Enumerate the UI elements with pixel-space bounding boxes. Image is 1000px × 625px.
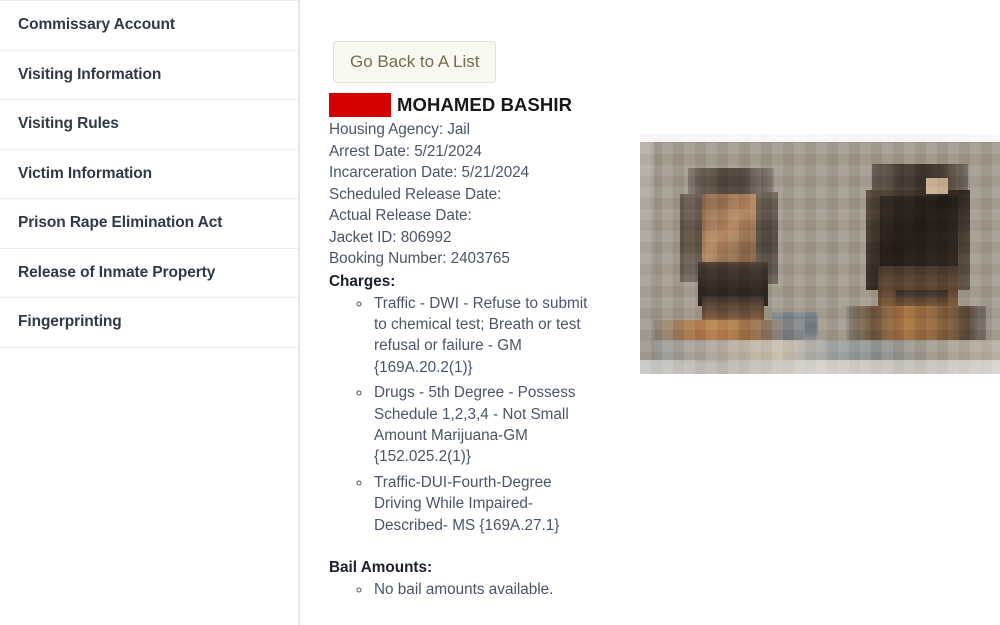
redaction-block <box>329 92 391 117</box>
sidebar-nav-list: Commissary Account Visiting Information … <box>0 0 298 348</box>
charge-item: Traffic-DUI-Fourth-Degree Driving While … <box>372 472 601 536</box>
sidebar-item-label: Release of Inmate Property <box>18 263 216 281</box>
detail-jacket-id: Jacket ID: 806992 <box>329 228 452 246</box>
go-back-to-list-button[interactable]: Go Back to A List <box>333 41 497 83</box>
sidebar-item-fingerprinting[interactable]: Fingerprinting <box>0 298 298 348</box>
inmate-name-row: MOHAMED BASHIR <box>329 92 601 117</box>
sidebar-item-victim-information[interactable]: Victim Information <box>0 149 298 199</box>
charges-list: Traffic - DWI - Refuse to submit to chem… <box>329 293 601 536</box>
mugshot-image <box>640 134 1000 374</box>
detail-incarceration-date: Incarceration Date: 5/21/2024 <box>329 164 530 181</box>
sidebar-item-prison-rape-elimination-act[interactable]: Prison Rape Elimination Act <box>0 199 298 249</box>
sidebar-item-visiting-rules[interactable]: Visiting Rules <box>0 100 298 150</box>
sidebar-item-label: Commissary Account <box>18 16 175 34</box>
sidebar-item-release-of-inmate-property[interactable]: Release of Inmate Property <box>0 248 298 298</box>
bail-amounts-heading: Bail Amounts: <box>329 558 433 576</box>
bail-amounts-list: No bail amounts available. <box>329 579 601 600</box>
sidebar-item-label: Fingerprinting <box>18 313 122 331</box>
page-root: Commissary Account Visiting Information … <box>0 0 1000 625</box>
sidebar-item-commissary-account[interactable]: Commissary Account <box>0 1 298 51</box>
detail-scheduled-release-date: Scheduled Release Date: <box>329 185 502 203</box>
charges-heading: Charges: <box>329 272 396 290</box>
sidebar: Commissary Account Visiting Information … <box>0 0 300 625</box>
bail-amount-item: No bail amounts available. <box>372 579 601 600</box>
detail-arrest-date: Arrest Date: 5/21/2024 <box>329 142 482 160</box>
detail-actual-release-date: Actual Release Date: <box>329 207 472 224</box>
main-content: Go Back to A List MOHAMED BASHIR Housing… <box>300 0 1000 625</box>
sidebar-item-label: Visiting Information <box>18 65 162 83</box>
inmate-name: MOHAMED BASHIR <box>397 93 573 115</box>
detail-housing-agency: Housing Agency: Jail <box>329 121 471 138</box>
charge-item: Drugs - 5th Degree - Possess Schedule 1,… <box>372 382 601 468</box>
sidebar-item-label: Visiting Rules <box>18 115 119 133</box>
sidebar-item-label: Victim Information <box>18 164 152 182</box>
sidebar-item-label: Prison Rape Elimination Act <box>18 214 223 232</box>
sidebar-item-visiting-information[interactable]: Visiting Information <box>0 50 298 100</box>
inmate-detail-block: MOHAMED BASHIR Housing Agency: Jail Arre… <box>329 92 601 600</box>
mugshot-pixelation-overlay <box>640 134 1000 374</box>
mugshot-canvas <box>640 134 1000 374</box>
detail-booking-number: Booking Number: 2403765 <box>329 250 510 267</box>
charge-item: Traffic - DWI - Refuse to submit to chem… <box>372 293 601 379</box>
